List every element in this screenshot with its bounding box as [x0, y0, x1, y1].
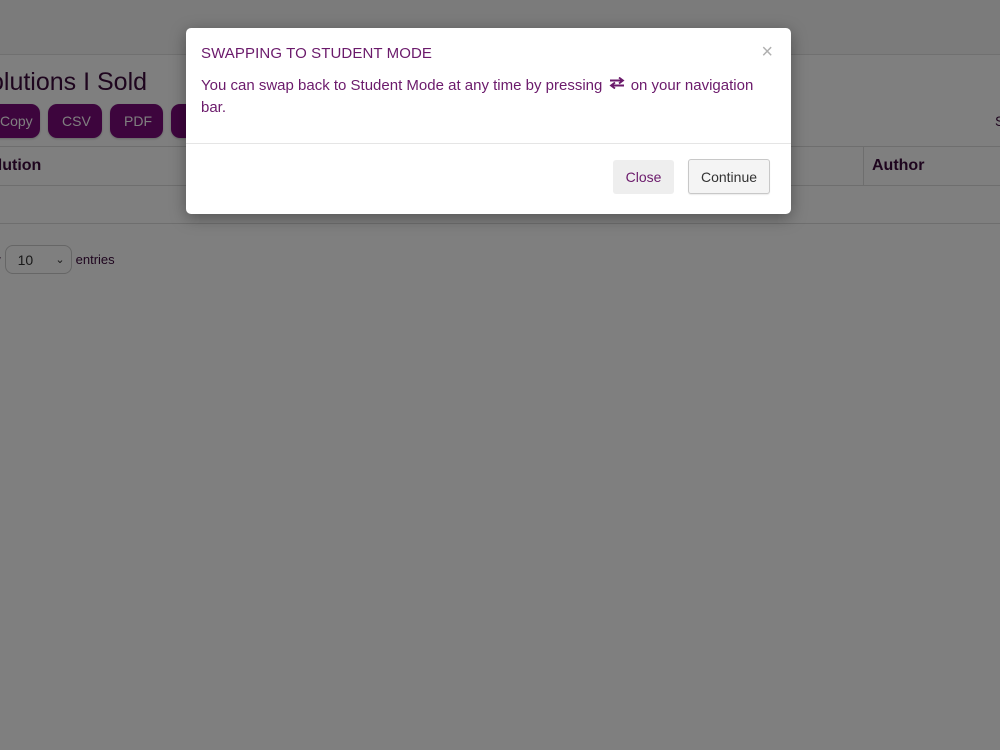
continue-button[interactable]: Continue	[688, 159, 770, 194]
close-button[interactable]: Close	[613, 160, 674, 194]
modal-body-text-start: You can swap back to Student Mode at any…	[201, 77, 603, 94]
modal-body: You can swap back to Student Mode at any…	[201, 75, 776, 119]
swap-arrows-icon	[609, 74, 625, 96]
modal-title: SWAPPING TO STUDENT MODE	[201, 45, 433, 62]
swap-mode-modal: SWAPPING TO STUDENT MODE × You can swap …	[186, 28, 791, 214]
close-icon[interactable]: ×	[761, 42, 773, 62]
modal-footer-divider	[186, 143, 791, 144]
